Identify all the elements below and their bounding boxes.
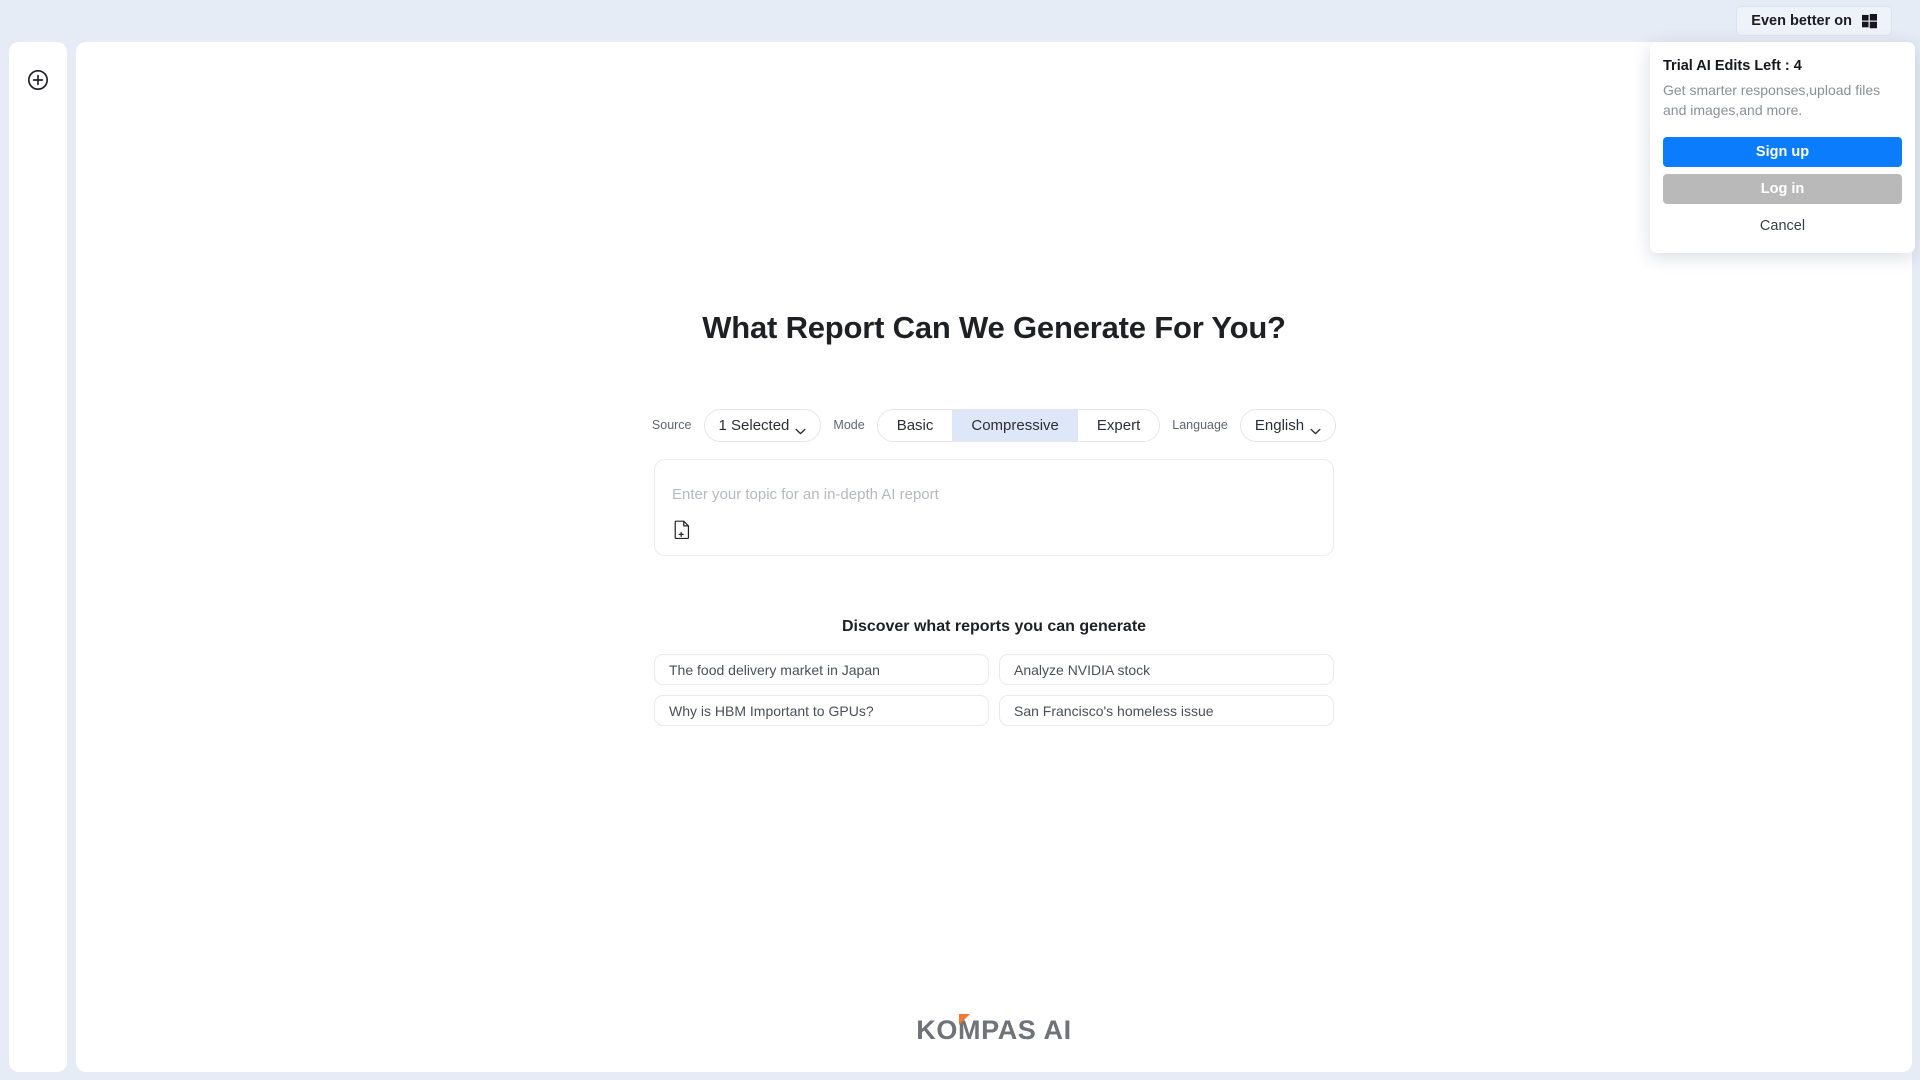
suggestion-chip[interactable]: The food delivery market in Japan <box>654 654 989 685</box>
log-in-button[interactable]: Log in <box>1663 173 1902 204</box>
circle-plus-icon <box>27 69 49 96</box>
chevron-down-icon <box>1310 422 1321 434</box>
language-dropdown[interactable]: English <box>1239 408 1337 442</box>
windows-logo-icon <box>1862 13 1877 29</box>
promo-label: Even better on <box>1751 13 1852 29</box>
mode-toggle-group: Basic Compressive Expert <box>876 408 1161 442</box>
language-dropdown-value: English <box>1254 416 1305 434</box>
report-options-toolbar: Source 1 Selected Mode Basic Compressive… <box>651 408 1337 442</box>
brand-text-o: O <box>936 1015 958 1045</box>
main-content-panel: What Report Can We Generate For You? Sou… <box>76 42 1912 1072</box>
source-label: Source <box>651 418 692 432</box>
suggestions-title: Discover what reports you can generate <box>841 618 1147 635</box>
kompas-ai-logo: K O MPAS AI <box>916 1014 1072 1046</box>
chevron-down-icon <box>795 422 806 434</box>
top-bar: Even better on <box>0 0 1920 42</box>
suggestion-chip[interactable]: San Francisco's homeless issue <box>999 695 1334 726</box>
suggestions-section: Discover what reports you can generate T… <box>654 618 1334 726</box>
brand-text-before: K <box>916 1015 937 1045</box>
suggestion-grid: The food delivery market in Japan Analyz… <box>654 654 1334 726</box>
attach-file-button[interactable] <box>672 520 692 544</box>
topic-input-placeholder[interactable]: Enter your topic for an in-depth AI repo… <box>672 486 939 503</box>
new-report-button[interactable] <box>24 68 52 96</box>
source-dropdown[interactable]: 1 Selected <box>703 408 822 442</box>
topic-composer[interactable]: Enter your topic for an in-depth AI repo… <box>654 459 1334 556</box>
sign-up-button[interactable]: Sign up <box>1663 136 1902 167</box>
suggestion-chip[interactable]: Analyze NVIDIA stock <box>999 654 1334 685</box>
mode-option-expert[interactable]: Expert <box>1077 409 1160 441</box>
brand-footer: K O MPAS AI <box>76 1014 1912 1046</box>
mode-label: Mode <box>833 418 865 432</box>
compass-needle-icon <box>959 1014 971 1025</box>
source-dropdown-value: 1 Selected <box>718 416 790 434</box>
brand-text-after: MPAS AI <box>958 1015 1072 1045</box>
hero-section: What Report Can We Generate For You? Sou… <box>76 310 1912 726</box>
cancel-button[interactable]: Cancel <box>1663 211 1902 241</box>
page-title: What Report Can We Generate For You? <box>702 310 1286 345</box>
trial-popup-description: Get smarter responses,upload files and i… <box>1663 82 1881 118</box>
mode-option-basic[interactable]: Basic <box>877 409 953 441</box>
left-sidebar <box>9 42 67 1072</box>
even-better-on-button[interactable]: Even better on <box>1736 6 1892 36</box>
trial-popup: Trial AI Edits Left : 4 Get smarter resp… <box>1650 42 1915 253</box>
file-plus-icon <box>674 520 691 544</box>
suggestion-chip[interactable]: Why is HBM Important to GPUs? <box>654 695 989 726</box>
trial-popup-title: Trial AI Edits Left : 4 <box>1663 58 1802 74</box>
language-label: Language <box>1172 418 1228 432</box>
mode-option-compressive[interactable]: Compressive <box>952 409 1078 441</box>
